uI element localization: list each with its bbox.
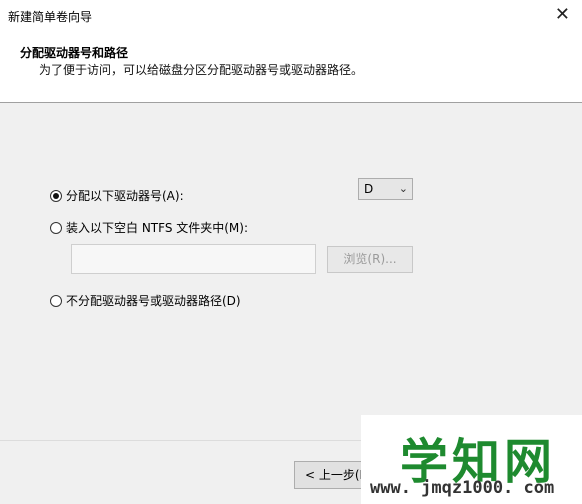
folder-path-input[interactable]	[71, 244, 316, 274]
page-subtitle: 为了便于访问，可以给磁盘分区分配驱动器号或驱动器路径。	[39, 63, 364, 77]
wizard-header: 分配驱动器号和路径 为了便于访问，可以给磁盘分区分配驱动器号或驱动器路径。	[0, 32, 582, 103]
window-title: 新建简单卷向导	[8, 10, 93, 24]
watermark-url: www. jmqz1000. com	[370, 478, 555, 498]
radio-button[interactable]	[50, 294, 62, 307]
close-icon[interactable]: ✕	[555, 4, 570, 25]
browse-button[interactable]: 浏览(R)...	[327, 246, 413, 273]
drive-letter-value: D	[364, 182, 374, 196]
radio-button-selected[interactable]	[50, 189, 62, 202]
radio-no-assign-label: 不分配驱动器号或驱动器路径(D)	[66, 294, 241, 308]
radio-mount-folder-label: 装入以下空白 NTFS 文件夹中(M):	[66, 221, 249, 235]
radio-assign-letter[interactable]: 分配以下驱动器号(A):	[50, 187, 184, 204]
radio-assign-letter-label: 分配以下驱动器号(A):	[66, 189, 184, 203]
radio-button[interactable]	[50, 221, 62, 234]
drive-letter-dropdown[interactable]: D ⌄	[358, 178, 413, 200]
chevron-down-icon: ⌄	[398, 182, 408, 195]
window-titlebar: 新建简单卷向导 ✕	[0, 0, 582, 32]
page-title: 分配驱动器号和路径	[20, 46, 129, 60]
radio-mount-folder[interactable]: 装入以下空白 NTFS 文件夹中(M):	[50, 219, 248, 236]
radio-no-assign[interactable]: 不分配驱动器号或驱动器路径(D)	[50, 292, 241, 309]
